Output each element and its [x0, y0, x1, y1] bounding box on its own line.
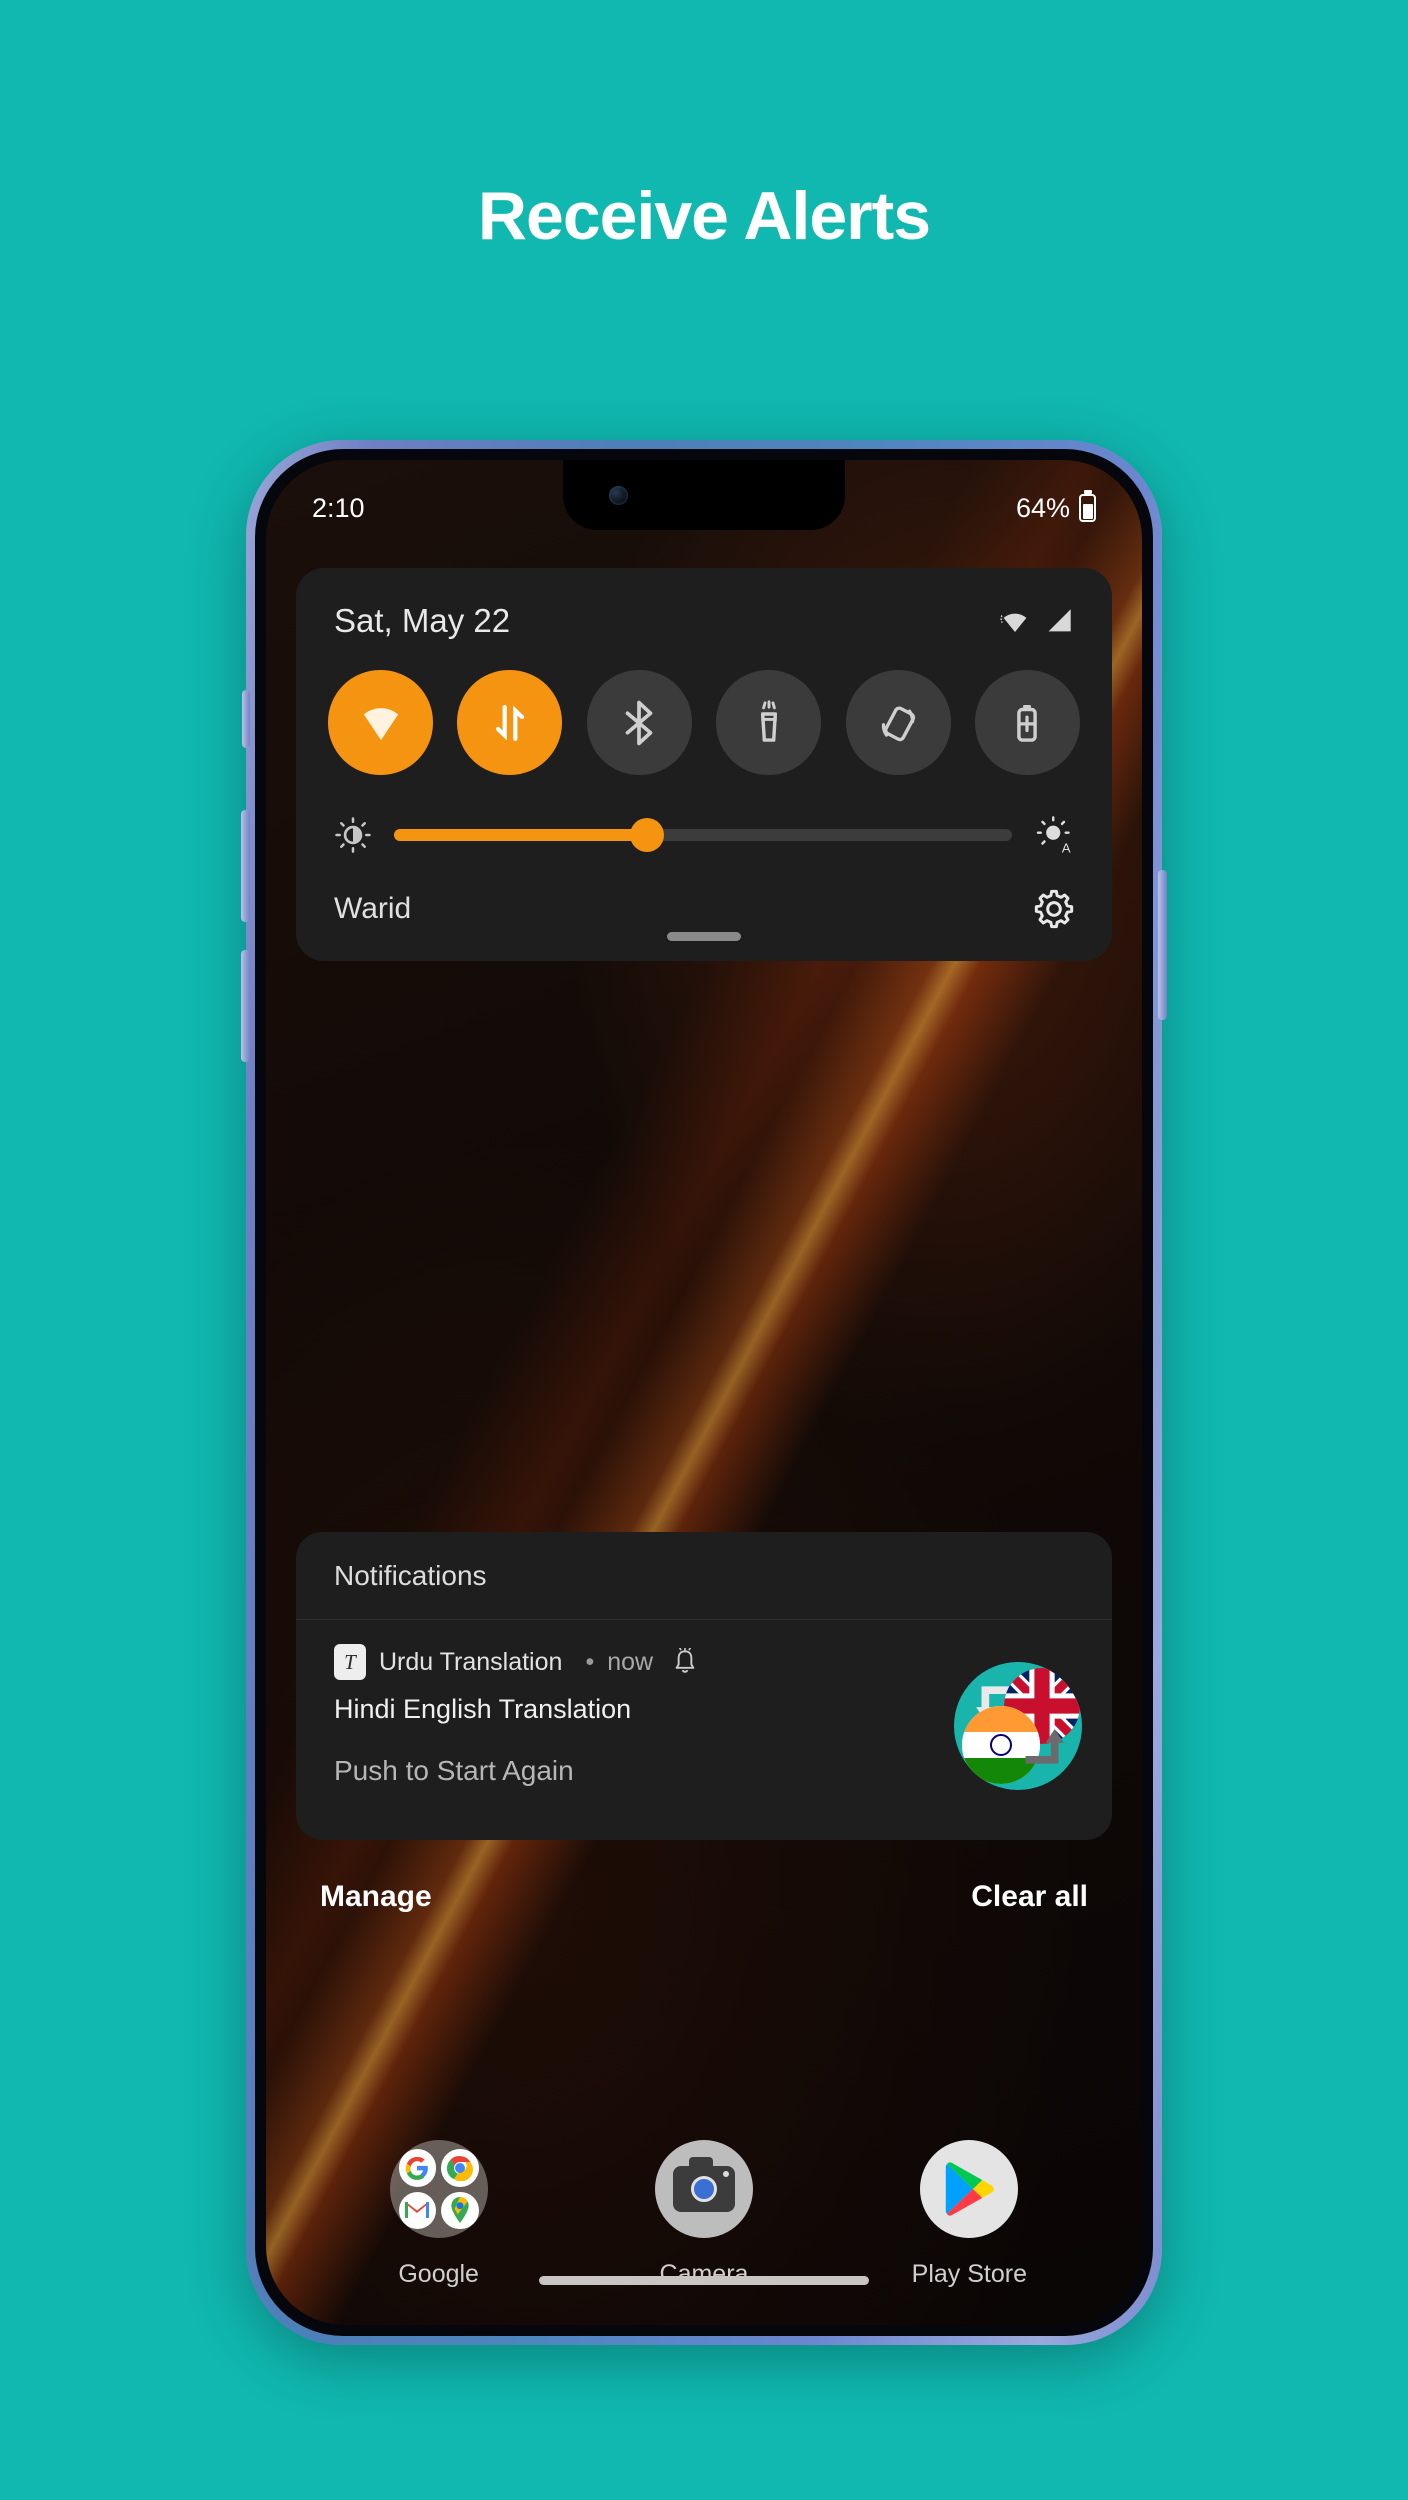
bluetooth-icon [625, 700, 653, 745]
quick-settings-status-icons [999, 608, 1074, 634]
clear-all-button[interactable]: Clear all [971, 1880, 1088, 1914]
battery-icon [1079, 494, 1096, 522]
brightness-low-icon [335, 817, 371, 853]
tile-wifi[interactable] [328, 670, 433, 775]
signal-icon [1048, 609, 1071, 632]
wifi-icon [363, 707, 398, 740]
quick-settings-panel[interactable]: Sat, May 22 A Warid [296, 568, 1112, 961]
mute-switch-button[interactable] [242, 690, 250, 748]
battery-saver-icon [1017, 704, 1038, 742]
notifications-header-label: Notifications [334, 1560, 487, 1591]
tile-auto-rotate[interactable] [845, 670, 951, 775]
notification-item[interactable]: T Urdu Translation • now Hindi English T… [296, 1620, 1112, 1840]
flashlight-icon [760, 699, 777, 742]
app-camera[interactable]: Camera [614, 2140, 794, 2289]
camera-icon [654, 2140, 753, 2238]
shade-drag-handle[interactable] [667, 932, 741, 941]
brightness-slider-fill [394, 829, 648, 841]
brightness-auto-icon: A [1036, 816, 1071, 855]
battery-percent-label: 64% [1015, 492, 1070, 523]
tile-mobile-data[interactable] [457, 670, 563, 775]
brightness-slider-thumb[interactable] [630, 818, 665, 852]
status-bar-right: 64% [1016, 493, 1096, 524]
app-google[interactable]: Google [349, 2140, 529, 2289]
display-notch [563, 460, 845, 530]
google-folder-icon [389, 2140, 488, 2238]
status-bar-time: 2:10 [312, 492, 365, 523]
gear-icon[interactable] [1034, 889, 1074, 929]
brightness-slider-row[interactable]: A [296, 781, 1112, 885]
volume-down-button[interactable] [241, 950, 250, 1062]
carrier-label: Warid [334, 892, 412, 925]
brightness-slider-track[interactable] [394, 818, 1012, 852]
tile-bluetooth[interactable] [586, 670, 692, 775]
auto-rotate-icon [881, 705, 916, 741]
front-camera-icon [609, 486, 628, 505]
app-badge-icon: T [334, 1644, 366, 1680]
notification-separator: • [585, 1647, 595, 1676]
arrow-right-up-icon [1024, 1726, 1070, 1766]
home-indicator[interactable] [539, 2276, 869, 2285]
svg-text:A: A [1062, 841, 1071, 855]
quick-settings-date: Sat, May 22 [334, 602, 511, 639]
page-title: Receive Alerts [477, 178, 931, 254]
notification-timestamp: now [607, 1647, 654, 1676]
maps-icon [441, 2191, 479, 2229]
notification-app-name: Urdu Translation [379, 1647, 563, 1676]
shade-action-row: Manage Clear all [296, 1880, 1112, 1914]
mobile-data-icon [495, 704, 525, 741]
app-label: Google [398, 2260, 479, 2288]
google-g-icon [398, 2149, 437, 2187]
app-play-store[interactable]: Play Store [879, 2140, 1059, 2289]
phone-screen: 2:10 64% Sat, May 22 A Warid Notificatio… [266, 460, 1142, 2325]
tile-flashlight[interactable] [716, 670, 822, 775]
volume-up-button[interactable] [241, 810, 250, 922]
quick-settings-footer: Warid [296, 885, 1112, 955]
translation-app-icon [954, 1662, 1082, 1790]
home-screen-apps: Google Camera Play Store [306, 2140, 1102, 2289]
app-label: Play Store [911, 2260, 1027, 2288]
quick-settings-header: Sat, May 22 [296, 568, 1112, 662]
tile-battery-saver[interactable] [974, 670, 1080, 775]
notification-meta-row: T Urdu Translation • now [334, 1644, 1074, 1680]
gmail-icon [398, 2191, 437, 2229]
power-button[interactable] [1158, 870, 1167, 1020]
bell-icon [675, 1648, 695, 1673]
play-store-icon [920, 2140, 1019, 2238]
quick-settings-tiles [296, 662, 1112, 781]
notifications-header: Notifications [296, 1532, 1112, 1620]
manage-button[interactable]: Manage [320, 1880, 432, 1914]
wifi-icon [1000, 613, 1027, 633]
phone-mockup: 2:10 64% Sat, May 22 A Warid Notificatio… [241, 440, 1167, 2345]
chrome-icon [441, 2149, 479, 2187]
